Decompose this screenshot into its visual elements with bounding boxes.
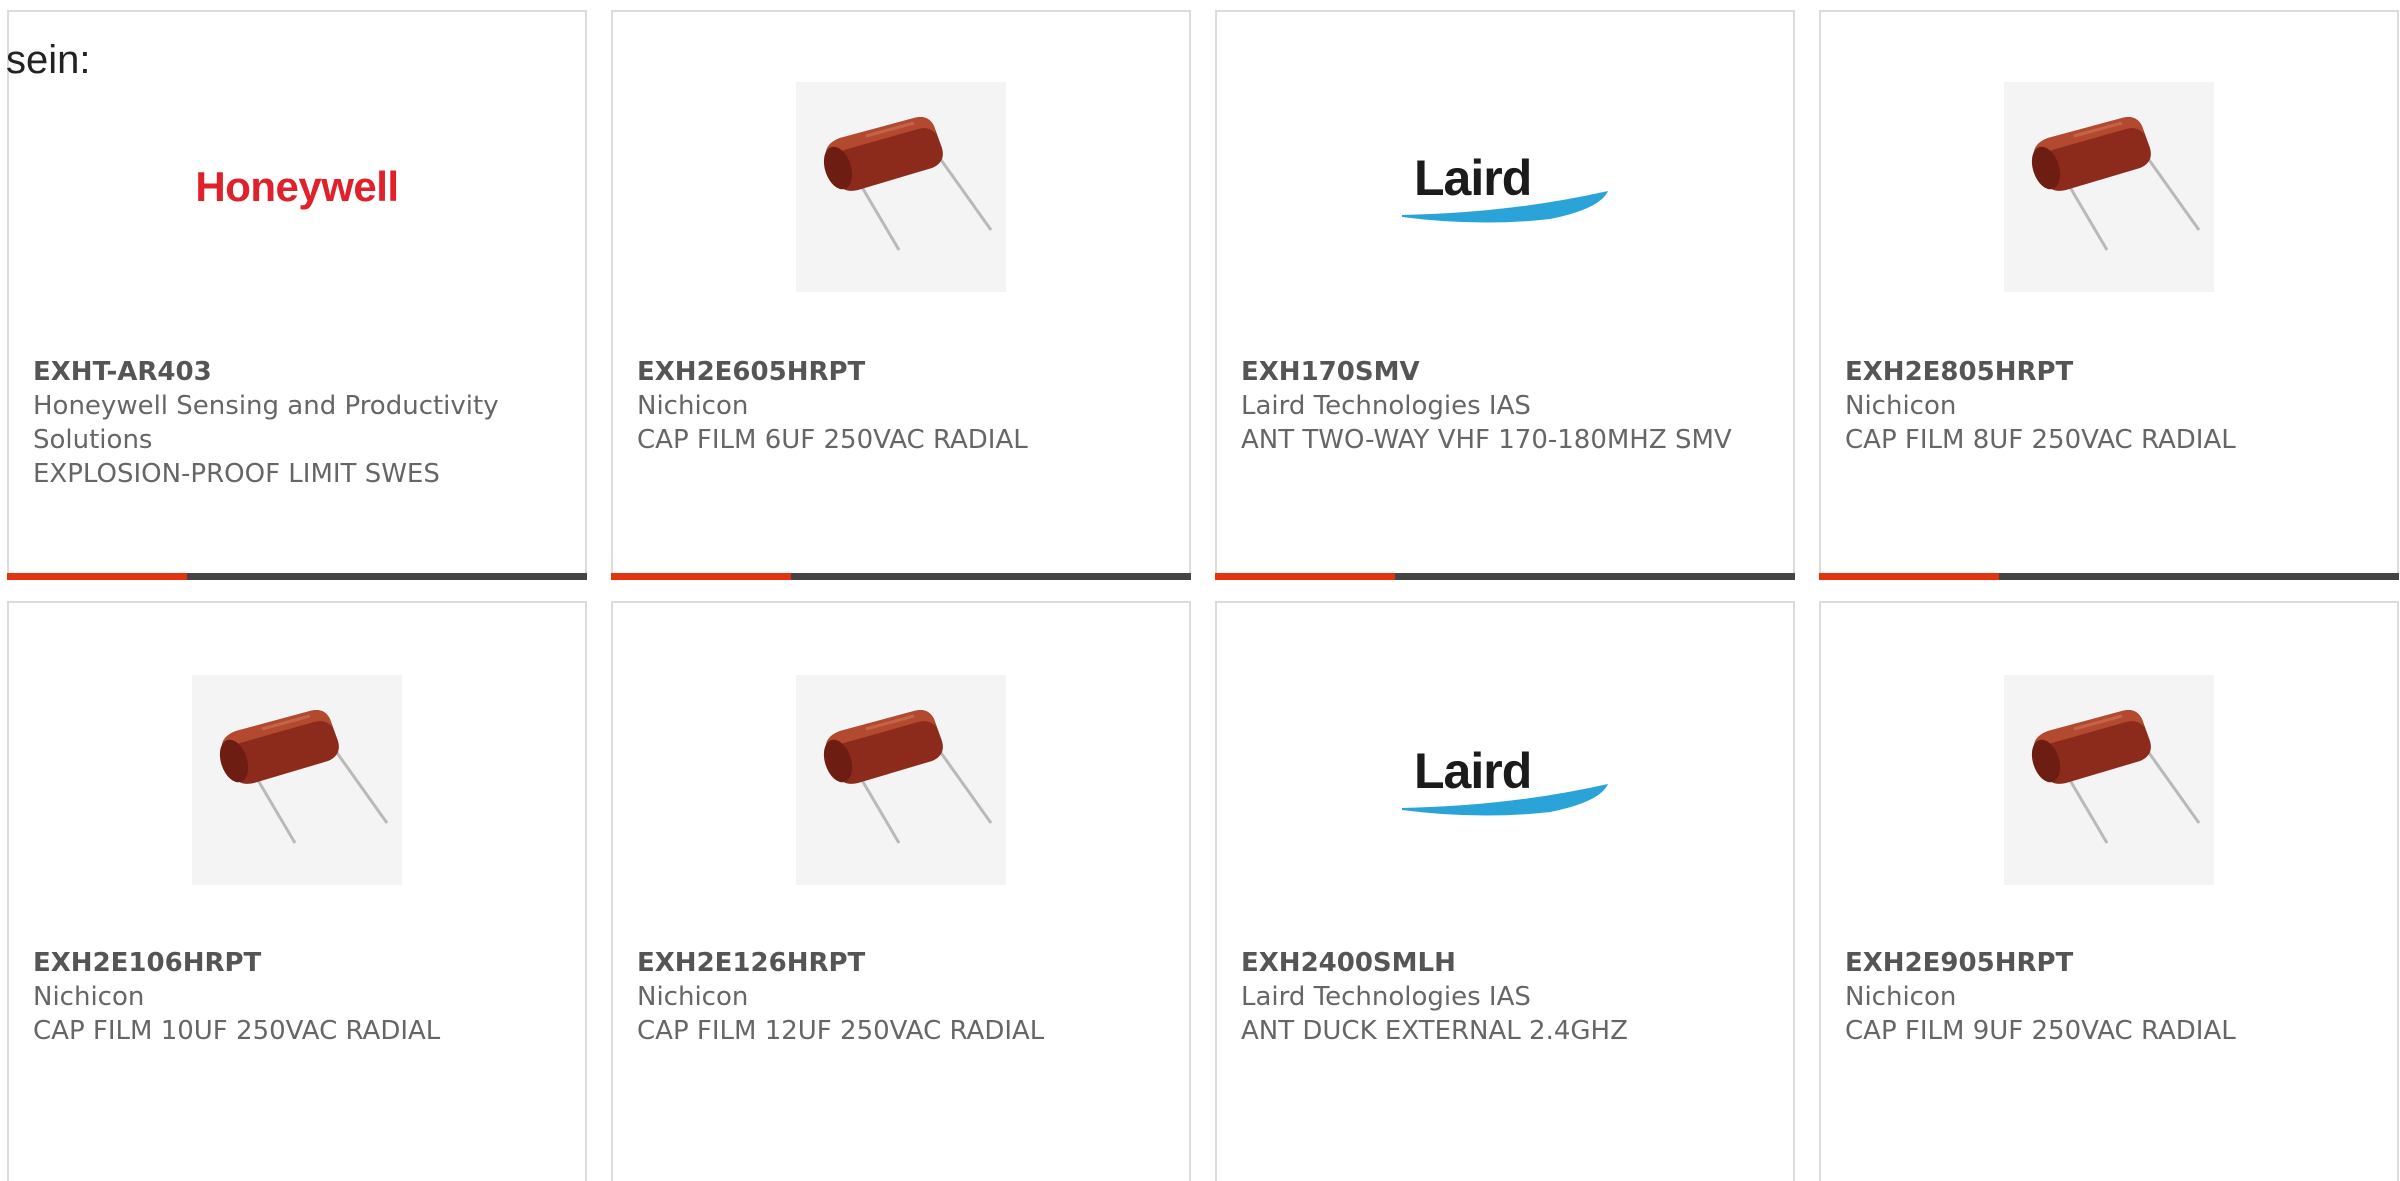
description: EXPLOSION-PROOF LIMIT SWES bbox=[33, 459, 440, 489]
description: ANT DUCK EXTERNAL 2.4GHZ bbox=[1241, 1016, 1628, 1046]
laird-logo: Laird bbox=[1400, 147, 1610, 227]
part-number-link[interactable]: EXH170SMV bbox=[1241, 355, 1769, 389]
capacitor-image bbox=[192, 675, 402, 885]
capacitor-image bbox=[2004, 82, 2214, 292]
description: CAP FILM 10UF 250VAC RADIAL bbox=[33, 1016, 441, 1046]
part-number-link[interactable]: EXH2E605HRPT bbox=[637, 355, 1165, 389]
product-image[interactable] bbox=[613, 675, 1189, 885]
progress-bar bbox=[1215, 573, 1795, 580]
part-number-link[interactable]: EXH2E126HRPT bbox=[637, 946, 1165, 980]
product-card[interactable]: Laird EXH170SMV Laird Technologies IAS A… bbox=[1215, 10, 1795, 580]
description: CAP FILM 9UF 250VAC RADIAL bbox=[1845, 1016, 2236, 1046]
capacitor-image bbox=[2004, 675, 2214, 885]
part-number-link[interactable]: EXH2E805HRPT bbox=[1845, 355, 2373, 389]
product-image[interactable]: Laird bbox=[1217, 82, 1793, 292]
description: ANT TWO-WAY VHF 170-180MHZ SMV bbox=[1241, 425, 1732, 455]
product-info: EXH2E805HRPT Nichicon CAP FILM 8UF 250VA… bbox=[1845, 355, 2373, 457]
product-info: EXH2E605HRPT Nichicon CAP FILM 6UF 250VA… bbox=[637, 355, 1165, 457]
product-image[interactable] bbox=[1821, 675, 2397, 885]
description: CAP FILM 8UF 250VAC RADIAL bbox=[1845, 425, 2236, 455]
laird-logo: Laird bbox=[1400, 740, 1610, 820]
product-card[interactable]: EXH2E106HRPT Nichicon CAP FILM 10UF 250V… bbox=[7, 601, 587, 1181]
intro-text: sein: bbox=[6, 38, 91, 82]
product-card[interactable]: EXH2E805HRPT Nichicon CAP FILM 8UF 250VA… bbox=[1819, 10, 2399, 580]
manufacturer: Nichicon bbox=[1845, 982, 1957, 1012]
product-card[interactable]: EXH2E605HRPT Nichicon CAP FILM 6UF 250VA… bbox=[611, 10, 1191, 580]
product-info: EXHT-AR403 Honeywell Sensing and Product… bbox=[33, 355, 561, 491]
progress-fill bbox=[1215, 573, 1395, 580]
progress-fill bbox=[611, 573, 791, 580]
manufacturer: Laird Technologies IAS bbox=[1241, 391, 1531, 421]
part-number-link[interactable]: EXH2400SMLH bbox=[1241, 946, 1769, 980]
product-info: EXH170SMV Laird Technologies IAS ANT TWO… bbox=[1241, 355, 1769, 457]
manufacturer: Nichicon bbox=[1845, 391, 1957, 421]
manufacturer: Laird Technologies IAS bbox=[1241, 982, 1531, 1012]
manufacturer: Honeywell Sensing and Productivity Solut… bbox=[33, 391, 499, 455]
manufacturer: Nichicon bbox=[637, 391, 749, 421]
product-info: EXH2E106HRPT Nichicon CAP FILM 10UF 250V… bbox=[33, 946, 561, 1048]
manufacturer: Nichicon bbox=[33, 982, 145, 1012]
progress-bar bbox=[1819, 573, 2399, 580]
progress-bar bbox=[7, 573, 587, 580]
capacitor-image bbox=[796, 82, 1006, 292]
product-image[interactable]: Honeywell bbox=[9, 82, 585, 292]
progress-fill bbox=[1819, 573, 1999, 580]
capacitor-image bbox=[796, 675, 1006, 885]
product-info: EXH2E905HRPT Nichicon CAP FILM 9UF 250VA… bbox=[1845, 946, 2373, 1048]
honeywell-logo: Honeywell bbox=[195, 163, 399, 210]
product-info: EXH2E126HRPT Nichicon CAP FILM 12UF 250V… bbox=[637, 946, 1165, 1048]
product-image[interactable] bbox=[1821, 82, 2397, 292]
product-info: EXH2400SMLH Laird Technologies IAS ANT D… bbox=[1241, 946, 1769, 1048]
product-card[interactable]: EXH2E126HRPT Nichicon CAP FILM 12UF 250V… bbox=[611, 601, 1191, 1181]
product-image[interactable] bbox=[613, 82, 1189, 292]
product-grid: Honeywell EXHT-AR403 Honeywell Sensing a… bbox=[0, 0, 2400, 1181]
progress-bar bbox=[611, 573, 1191, 580]
part-number-link[interactable]: EXHT-AR403 bbox=[33, 355, 561, 389]
progress-fill bbox=[7, 573, 187, 580]
description: CAP FILM 6UF 250VAC RADIAL bbox=[637, 425, 1028, 455]
description: CAP FILM 12UF 250VAC RADIAL bbox=[637, 1016, 1045, 1046]
product-image[interactable]: Laird bbox=[1217, 675, 1793, 885]
manufacturer: Nichicon bbox=[637, 982, 749, 1012]
product-image[interactable] bbox=[9, 675, 585, 885]
product-card[interactable]: EXH2E905HRPT Nichicon CAP FILM 9UF 250VA… bbox=[1819, 601, 2399, 1181]
product-card[interactable]: Honeywell EXHT-AR403 Honeywell Sensing a… bbox=[7, 10, 587, 580]
product-card[interactable]: Laird EXH2400SMLH Laird Technologies IAS… bbox=[1215, 601, 1795, 1181]
part-number-link[interactable]: EXH2E106HRPT bbox=[33, 946, 561, 980]
part-number-link[interactable]: EXH2E905HRPT bbox=[1845, 946, 2373, 980]
